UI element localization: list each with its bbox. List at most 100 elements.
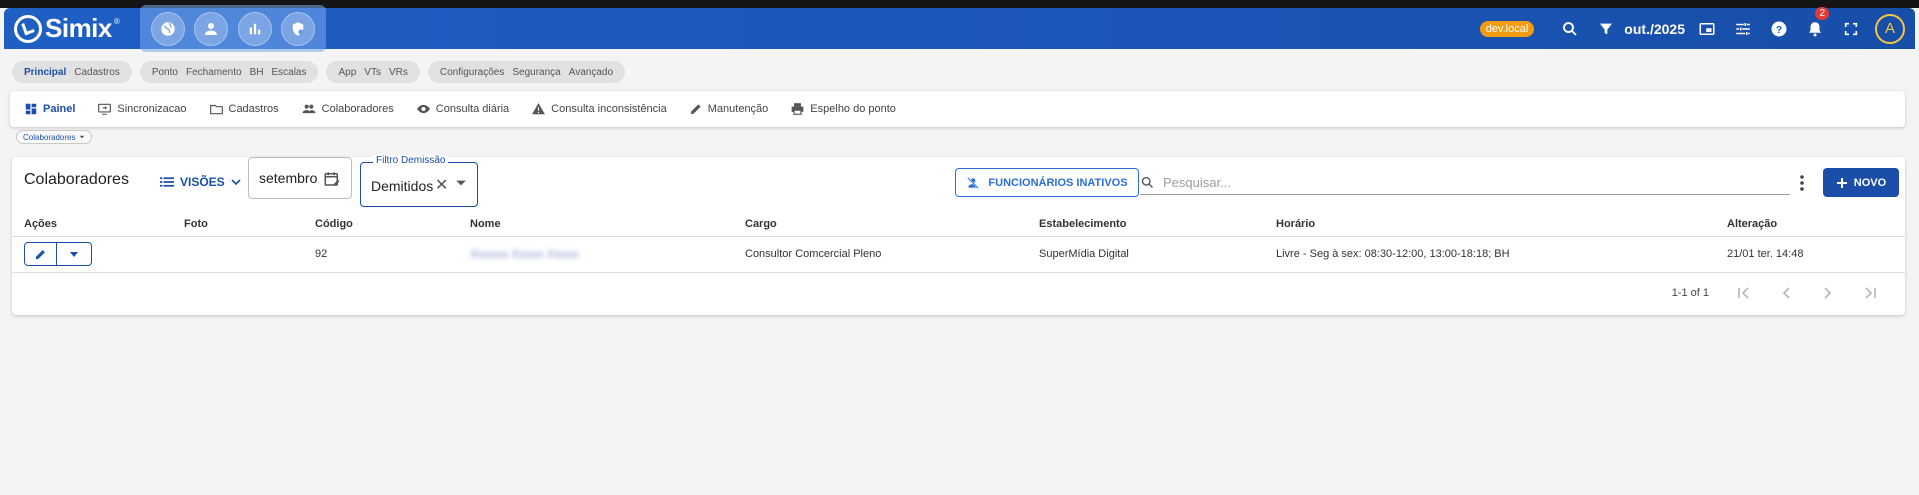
menu-group-app: App VTs VRs — [326, 61, 420, 83]
search-icon — [1141, 176, 1153, 188]
edit-pencil-icon[interactable] — [25, 243, 57, 265]
colaboradores-table: Ações Foto Código Nome Cargo Estabelecim… — [12, 212, 1905, 273]
search-input[interactable] — [1163, 175, 1723, 190]
column-header-cargo[interactable]: Cargo — [745, 212, 1039, 237]
novo-label: NOVO — [1853, 176, 1887, 189]
subnav-item-sincronizacao[interactable]: Sincronizacao — [97, 102, 187, 116]
chevron-down-icon — [231, 179, 241, 186]
app-logo[interactable]: Simix ® — [14, 13, 120, 44]
visoes-label: VISÕES — [180, 175, 225, 189]
clock-logo-icon — [14, 14, 42, 43]
clear-icon[interactable]: ✕ — [435, 175, 448, 195]
column-header-codigo[interactable]: Código — [315, 212, 470, 237]
first-page-icon[interactable] — [1723, 281, 1765, 305]
sub-navigation: Painel Sincronizacao Cadastros Colaborad… — [10, 91, 1905, 127]
subnav-item-painel[interactable]: Painel — [24, 102, 75, 116]
menu-item-avancado[interactable]: Avançado — [569, 67, 613, 78]
table-row[interactable]: 92 Xxxxxx Xxxxx Xxxxx Consultor Comcerci… — [12, 236, 1905, 273]
menu-item-vrs[interactable]: VRs — [389, 67, 408, 78]
printer-icon — [791, 103, 804, 115]
row-actions-button-group — [24, 242, 92, 266]
logo-text: Simix — [45, 13, 112, 43]
filtro-demissao-value: Demitidos — [371, 178, 434, 194]
visoes-menu-button[interactable]: VISÕES — [160, 175, 241, 189]
subnav-label: Sincronizacao — [117, 103, 187, 115]
plus-icon — [1836, 177, 1847, 188]
breadcrumb-chip-label: Colaboradores — [23, 132, 76, 142]
subnav-item-consulta-diaria[interactable]: Consulta diária — [416, 102, 509, 116]
person-icon[interactable] — [194, 11, 229, 46]
actions-cell — [12, 236, 184, 273]
column-header-nome[interactable]: Nome — [470, 212, 745, 237]
filtro-demissao-label: Filtro Demissão — [373, 155, 449, 166]
column-header-foto[interactable]: Foto — [184, 212, 315, 237]
module-switcher — [140, 5, 326, 52]
subnav-item-manutencao[interactable]: Manutenção — [689, 102, 769, 116]
tune-icon[interactable] — [1725, 11, 1761, 47]
sync-screen-icon — [98, 103, 112, 115]
filtro-demissao-select[interactable]: Filtro Demissão Demitidos ✕ — [360, 155, 478, 207]
row-actions-dropdown-icon[interactable] — [57, 243, 91, 265]
column-header-acoes[interactable]: Ações — [12, 212, 184, 237]
nome-cell: Xxxxxx Xxxxx Xxxxx — [470, 236, 745, 273]
subnav-label: Cadastros — [228, 103, 279, 115]
novo-button[interactable]: NOVO — [1823, 168, 1899, 197]
main-menu-bar: Principal Cadastros Ponto Fechamento BH … — [12, 61, 626, 83]
subnav-item-colaboradores[interactable]: Colaboradores — [301, 102, 394, 116]
shield-icon[interactable] — [281, 11, 316, 46]
warning-icon — [532, 103, 546, 115]
menu-item-app[interactable]: App — [338, 67, 356, 78]
menu-item-configuracoes[interactable]: Configurações — [440, 67, 504, 78]
breadcrumb-chip[interactable]: Colaboradores — [16, 130, 93, 144]
fullscreen-icon[interactable] — [1833, 11, 1869, 47]
menu-item-cadastros[interactable]: Cadastros — [74, 67, 120, 78]
dashboard-icon — [25, 103, 37, 115]
menu-group-configuracoes: Configurações Segurança Avançado — [427, 61, 626, 83]
search-icon[interactable] — [1552, 11, 1588, 47]
subnav-label: Consulta diária — [435, 103, 510, 115]
calendar-edit-icon[interactable] — [323, 170, 341, 188]
next-page-icon[interactable] — [1807, 281, 1849, 305]
page-title: Colaboradores — [24, 171, 129, 188]
pagination-info: 1-1 of 1 — [1671, 287, 1709, 299]
menu-item-ponto[interactable]: Ponto — [152, 67, 178, 78]
month-date-field[interactable]: setembro — [248, 157, 352, 199]
search-bar — [1140, 171, 1790, 195]
subnav-label: Espelho do ponto — [810, 103, 896, 115]
column-header-alteracao[interactable]: Alteração — [1727, 212, 1905, 237]
subnav-item-consulta-inconsistencia[interactable]: Consulta inconsistência — [531, 102, 667, 116]
dropdown-arrow-icon[interactable] — [455, 177, 467, 189]
user-avatar[interactable]: A — [1875, 13, 1905, 44]
cargo-cell: Consultor Comcercial Pleno — [745, 236, 1039, 273]
globe-icon[interactable] — [150, 11, 185, 46]
previous-page-icon[interactable] — [1765, 281, 1807, 305]
menu-item-escalas[interactable]: Escalas — [271, 67, 306, 78]
menu-item-seguranca[interactable]: Segurança — [512, 67, 560, 78]
last-page-icon[interactable] — [1849, 281, 1891, 305]
funcionarios-inativos-label: FUNCIONÁRIOS INATIVOS — [988, 176, 1128, 189]
subnav-item-espelho-do-ponto[interactable]: Espelho do ponto — [790, 102, 896, 116]
chevron-down-icon — [80, 135, 85, 139]
more-options-icon[interactable] — [1792, 172, 1812, 194]
subnav-item-cadastros[interactable]: Cadastros — [209, 102, 279, 116]
menu-item-fechamento[interactable]: Fechamento — [186, 67, 242, 78]
menu-item-bh[interactable]: BH — [250, 67, 264, 78]
period-selector[interactable]: out./2025 — [1624, 21, 1685, 37]
people-icon — [302, 104, 316, 114]
subnav-label: Consulta inconsistência — [551, 103, 667, 115]
menu-group-ponto: Ponto Fechamento BH Escalas — [139, 61, 319, 83]
menu-item-vts[interactable]: VTs — [364, 67, 381, 78]
menu-item-principal[interactable]: Principal — [24, 67, 66, 78]
notifications-bell-icon[interactable]: 2 — [1797, 6, 1833, 47]
picture-in-picture-icon[interactable] — [1689, 11, 1725, 47]
bar-chart-icon[interactable] — [237, 11, 272, 46]
filter-icon[interactable] — [1588, 11, 1624, 47]
registered-mark: ® — [113, 17, 120, 26]
funcionarios-inativos-button[interactable]: FUNCIONÁRIOS INATIVOS — [955, 168, 1139, 197]
help-icon[interactable]: ? — [1761, 11, 1797, 47]
column-header-estabelecimento[interactable]: Estabelecimento — [1039, 212, 1276, 237]
table-header-row: Ações Foto Código Nome Cargo Estabelecim… — [12, 212, 1905, 237]
subnav-label: Manutenção — [707, 103, 769, 115]
svg-text:?: ? — [1776, 23, 1782, 35]
column-header-horario[interactable]: Horário — [1276, 212, 1727, 237]
